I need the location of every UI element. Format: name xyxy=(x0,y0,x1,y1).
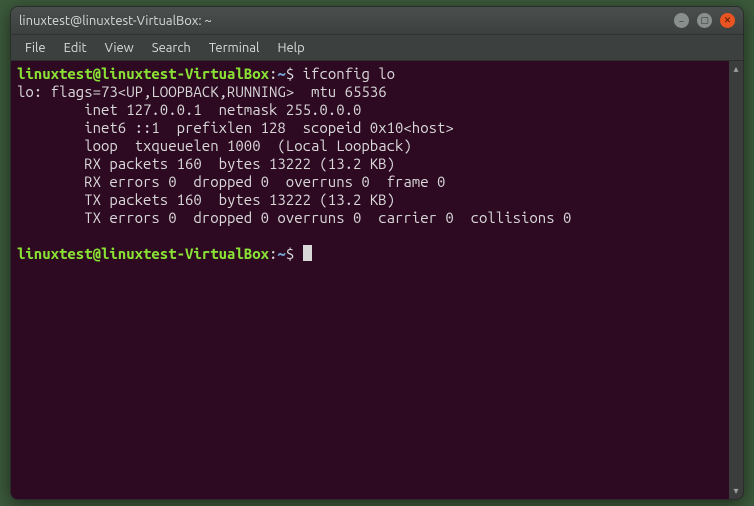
output-line: lo: flags=73<UP,LOOPBACK,RUNNING> mtu 65… xyxy=(17,83,387,100)
prompt-path: ~ xyxy=(277,65,285,82)
output-line: RX errors 0 dropped 0 overruns 0 frame 0 xyxy=(17,173,445,190)
menu-terminal[interactable]: Terminal xyxy=(201,39,268,57)
menu-search[interactable]: Search xyxy=(144,39,199,57)
output-line: TX errors 0 dropped 0 overruns 0 carrier… xyxy=(17,209,571,226)
output-line: inet 127.0.0.1 netmask 255.0.0.0 xyxy=(17,101,361,118)
close-button[interactable]: ✕ xyxy=(720,13,735,28)
menu-file[interactable]: File xyxy=(17,39,54,57)
prompt-path: ~ xyxy=(277,245,285,262)
prompt-sigil: $ xyxy=(286,245,294,262)
window-controls: – ▢ ✕ xyxy=(674,13,735,28)
output-line: loop txqueuelen 1000 (Local Loopback) xyxy=(17,137,412,154)
menu-edit[interactable]: Edit xyxy=(56,39,95,57)
prompt-sigil: $ xyxy=(286,65,294,82)
command-1: ifconfig lo xyxy=(303,65,395,82)
prompt-userhost: linuxtest@linuxtest-VirtualBox xyxy=(17,245,269,262)
minimize-button[interactable]: – xyxy=(674,13,689,28)
terminal-window: linuxtest@linuxtest-VirtualBox: ~ – ▢ ✕ … xyxy=(10,6,744,500)
menubar: File Edit View Search Terminal Help xyxy=(11,35,743,61)
menu-view[interactable]: View xyxy=(97,39,142,57)
cursor-icon xyxy=(303,245,312,261)
window-title: linuxtest@linuxtest-VirtualBox: ~ xyxy=(19,14,674,28)
prompt-userhost: linuxtest@linuxtest-VirtualBox xyxy=(17,65,269,82)
terminal-output-area[interactable]: linuxtest@linuxtest-VirtualBox:~$ ifconf… xyxy=(11,61,729,499)
output-line: TX packets 160 bytes 13222 (13.2 KB) xyxy=(17,191,395,208)
maximize-button[interactable]: ▢ xyxy=(697,13,712,28)
scroll-up-icon[interactable]: ▴ xyxy=(730,63,742,75)
output-line: inet6 ::1 prefixlen 128 scopeid 0x10<hos… xyxy=(17,119,454,136)
command-text xyxy=(294,65,302,82)
menu-help[interactable]: Help xyxy=(269,39,312,57)
scrollbar-track[interactable] xyxy=(731,75,741,485)
scroll-down-icon[interactable]: ▾ xyxy=(730,485,742,497)
terminal-container: linuxtest@linuxtest-VirtualBox:~$ ifconf… xyxy=(11,61,743,499)
output-line: RX packets 160 bytes 13222 (13.2 KB) xyxy=(17,155,395,172)
scrollbar[interactable]: ▴ ▾ xyxy=(729,61,743,499)
titlebar[interactable]: linuxtest@linuxtest-VirtualBox: ~ – ▢ ✕ xyxy=(11,7,743,35)
